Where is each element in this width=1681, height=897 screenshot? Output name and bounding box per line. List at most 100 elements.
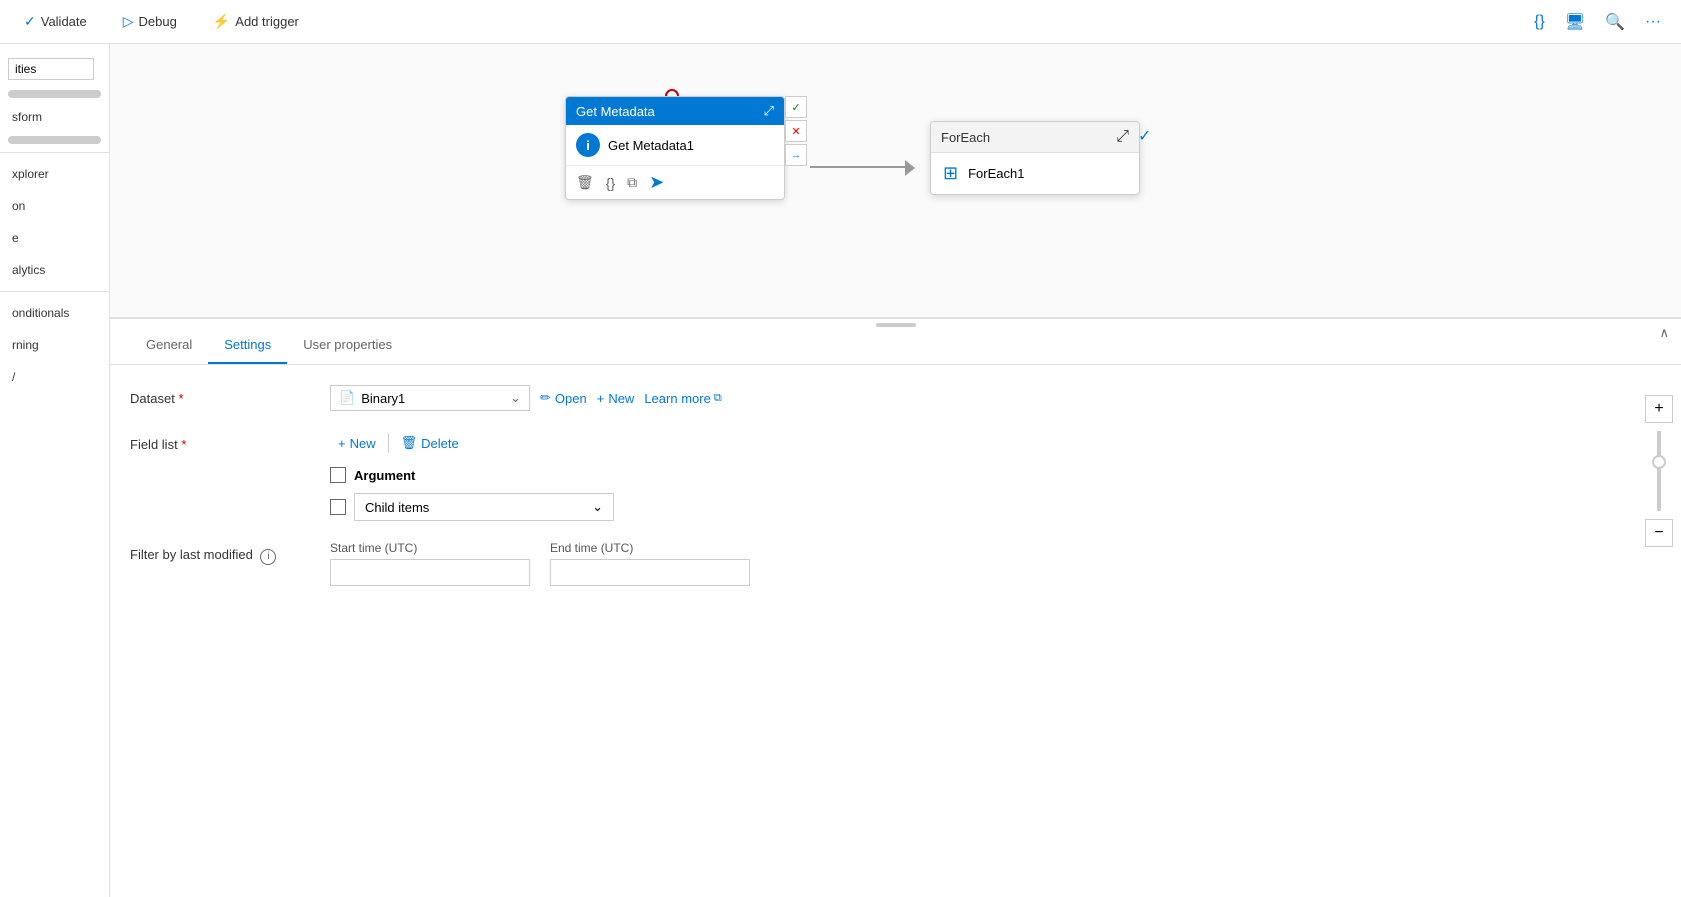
filter-label: Filter by last modified i: [130, 541, 310, 565]
trigger-icon: ⚡: [213, 13, 230, 30]
node-body-get-metadata: i Get Metadata1: [566, 125, 784, 166]
node-x-button[interactable]: ✕: [785, 120, 807, 142]
node-header-foreach: ForEach ⤢: [931, 122, 1139, 153]
field-list-controls: + New 🗑 Delete: [330, 431, 1661, 455]
dataset-open-button[interactable]: ✏ Open: [540, 390, 587, 406]
field-list-row: Field list * + New 🗑: [130, 431, 1661, 521]
node-foreach[interactable]: ForEach ⤢ ⊞ ForEach1: [930, 121, 1140, 195]
sidebar-search-container: [0, 52, 109, 86]
field-divider: [388, 433, 389, 453]
node-expand-icon[interactable]: ⤢: [764, 103, 774, 119]
code-icon[interactable]: {}: [1530, 9, 1549, 35]
end-time-input[interactable]: [550, 559, 750, 586]
child-items-checkbox[interactable]: [330, 499, 346, 515]
sidebar-divider-2: [0, 291, 109, 292]
field-list-required-marker: *: [181, 437, 186, 452]
dataset-row: Dataset * 📄 Binary1 ⌄ ✏ Open: [130, 385, 1661, 411]
panel-collapse-button[interactable]: ∧: [1659, 325, 1669, 341]
dataset-actions: ✏ Open + New Learn more ⧉: [540, 390, 722, 406]
start-time-input[interactable]: [330, 559, 530, 586]
learn-more-link[interactable]: Learn more ⧉: [644, 391, 721, 406]
toolbar-right: {} 🖥 🔍 ···: [1530, 8, 1665, 36]
field-delete-button[interactable]: 🗑 Delete: [393, 431, 467, 455]
zoom-thumb[interactable]: [1652, 455, 1666, 469]
panel-resize-handle[interactable]: [876, 323, 916, 327]
argument-row: Argument: [330, 467, 1661, 483]
tab-user-properties[interactable]: User properties: [287, 327, 408, 364]
node-side-buttons: ✓ ✕ →: [785, 96, 807, 166]
sidebar-search-input[interactable]: [8, 58, 94, 80]
field-plus-icon: +: [338, 436, 346, 451]
sidebar-item-e[interactable]: e: [0, 223, 109, 253]
top-toolbar: ✓ Validate ▷ Debug ⚡ Add trigger {} 🖥 🔍 …: [0, 0, 1681, 44]
dataset-dropdown[interactable]: 📄 Binary1 ⌄: [330, 385, 530, 411]
child-items-row: Child items ⌄: [330, 493, 1661, 521]
sidebar-item-explorer[interactable]: xplorer: [0, 159, 109, 189]
sidebar-scrollbar-2[interactable]: [8, 136, 101, 144]
main-layout: sform xplorer on e alytics onditionals r…: [0, 44, 1681, 897]
node-arrow-button[interactable]: →: [785, 144, 807, 166]
canvas-area[interactable]: Get Metadata ⤢ i Get Metadata1 🗑 {} ⧉ ➤ …: [110, 44, 1681, 897]
foreach-expand-icon[interactable]: ⤢: [1116, 128, 1129, 146]
filter-inputs: Start time (UTC) End time (UTC): [330, 541, 750, 586]
sidebar-scrollbar-1[interactable]: [8, 90, 101, 98]
dataset-control-area: 📄 Binary1 ⌄ ✏ Open + New: [330, 385, 1661, 411]
sidebar-divider-1: [0, 152, 109, 153]
node-check-button[interactable]: ✓: [785, 96, 807, 118]
dataset-dropdown-arrow-icon: ⌄: [510, 390, 521, 406]
child-items-dropdown-arrow-icon: ⌄: [592, 499, 603, 515]
node-header-get-metadata: Get Metadata ⤢: [566, 97, 784, 125]
code-node-icon[interactable]: {}: [606, 175, 615, 191]
sidebar-item-sform[interactable]: sform: [0, 102, 109, 132]
external-link-icon: ⧉: [714, 392, 722, 405]
monitor-icon[interactable]: 🖥: [1561, 8, 1589, 36]
filter-info-icon[interactable]: i: [260, 549, 276, 565]
copy-node-icon[interactable]: ⧉: [627, 174, 637, 191]
search-icon[interactable]: 🔍: [1601, 8, 1629, 36]
sidebar-item-conditionals[interactable]: onditionals: [0, 298, 109, 328]
tab-general[interactable]: General: [130, 327, 208, 364]
end-time-label: End time (UTC): [550, 541, 750, 555]
sidebar-item-slash[interactable]: /: [0, 362, 109, 392]
argument-checkbox[interactable]: [330, 467, 346, 483]
add-trigger-button[interactable]: ⚡ Add trigger: [205, 9, 307, 34]
dataset-file-icon: 📄: [339, 390, 355, 406]
connection-line: [810, 166, 910, 168]
field-list-label: Field list *: [130, 431, 310, 452]
debug-button[interactable]: ▷ Debug: [115, 9, 185, 34]
field-delete-icon: 🗑: [401, 435, 418, 451]
zoom-slider[interactable]: [1657, 431, 1661, 511]
debug-icon: ▷: [123, 13, 134, 30]
delete-node-icon[interactable]: 🗑: [576, 174, 594, 191]
pencil-icon: ✏: [540, 390, 551, 406]
sidebar-item-rning[interactable]: rning: [0, 330, 109, 360]
bottom-panel: ∧ General Settings User properties Da: [110, 317, 1681, 897]
zoom-out-button[interactable]: −: [1645, 519, 1673, 547]
field-list-control-area: + New 🗑 Delete Argumen: [330, 431, 1661, 521]
node-actions-get-metadata: 🗑 {} ⧉ ➤: [566, 166, 784, 199]
arrow-node-icon[interactable]: ➤: [649, 172, 664, 193]
connection-arrow: [905, 160, 915, 176]
dataset-new-button[interactable]: + New: [597, 391, 635, 406]
tab-settings[interactable]: Settings: [208, 327, 287, 364]
plus-icon: +: [597, 391, 605, 406]
more-icon[interactable]: ···: [1641, 9, 1665, 35]
child-items-dropdown[interactable]: Child items ⌄: [354, 493, 614, 521]
node-foreach-body: ⊞ ForEach1: [931, 153, 1139, 194]
node-info-icon: i: [576, 133, 600, 157]
panel-content: Dataset * 📄 Binary1 ⌄ ✏ Open: [110, 365, 1681, 606]
validate-button[interactable]: ✓ Validate: [16, 9, 95, 34]
zoom-in-button[interactable]: +: [1645, 395, 1673, 423]
filter-row: Filter by last modified i Start time (UT…: [130, 541, 1661, 586]
start-time-label: Start time (UTC): [330, 541, 530, 555]
sidebar-item-on[interactable]: on: [0, 191, 109, 221]
end-time-group: End time (UTC): [550, 541, 750, 586]
field-new-button[interactable]: + New: [330, 432, 384, 455]
foreach-check-mark: ✓: [1138, 126, 1151, 146]
dataset-label: Dataset *: [130, 385, 310, 406]
start-time-group: Start time (UTC): [330, 541, 530, 586]
node-get-metadata[interactable]: Get Metadata ⤢ i Get Metadata1 🗑 {} ⧉ ➤: [565, 96, 785, 200]
sidebar-item-analytics[interactable]: alytics: [0, 255, 109, 285]
foreach-node-icon: ⊞: [943, 163, 958, 184]
panel-tabs: General Settings User properties: [110, 327, 1681, 365]
